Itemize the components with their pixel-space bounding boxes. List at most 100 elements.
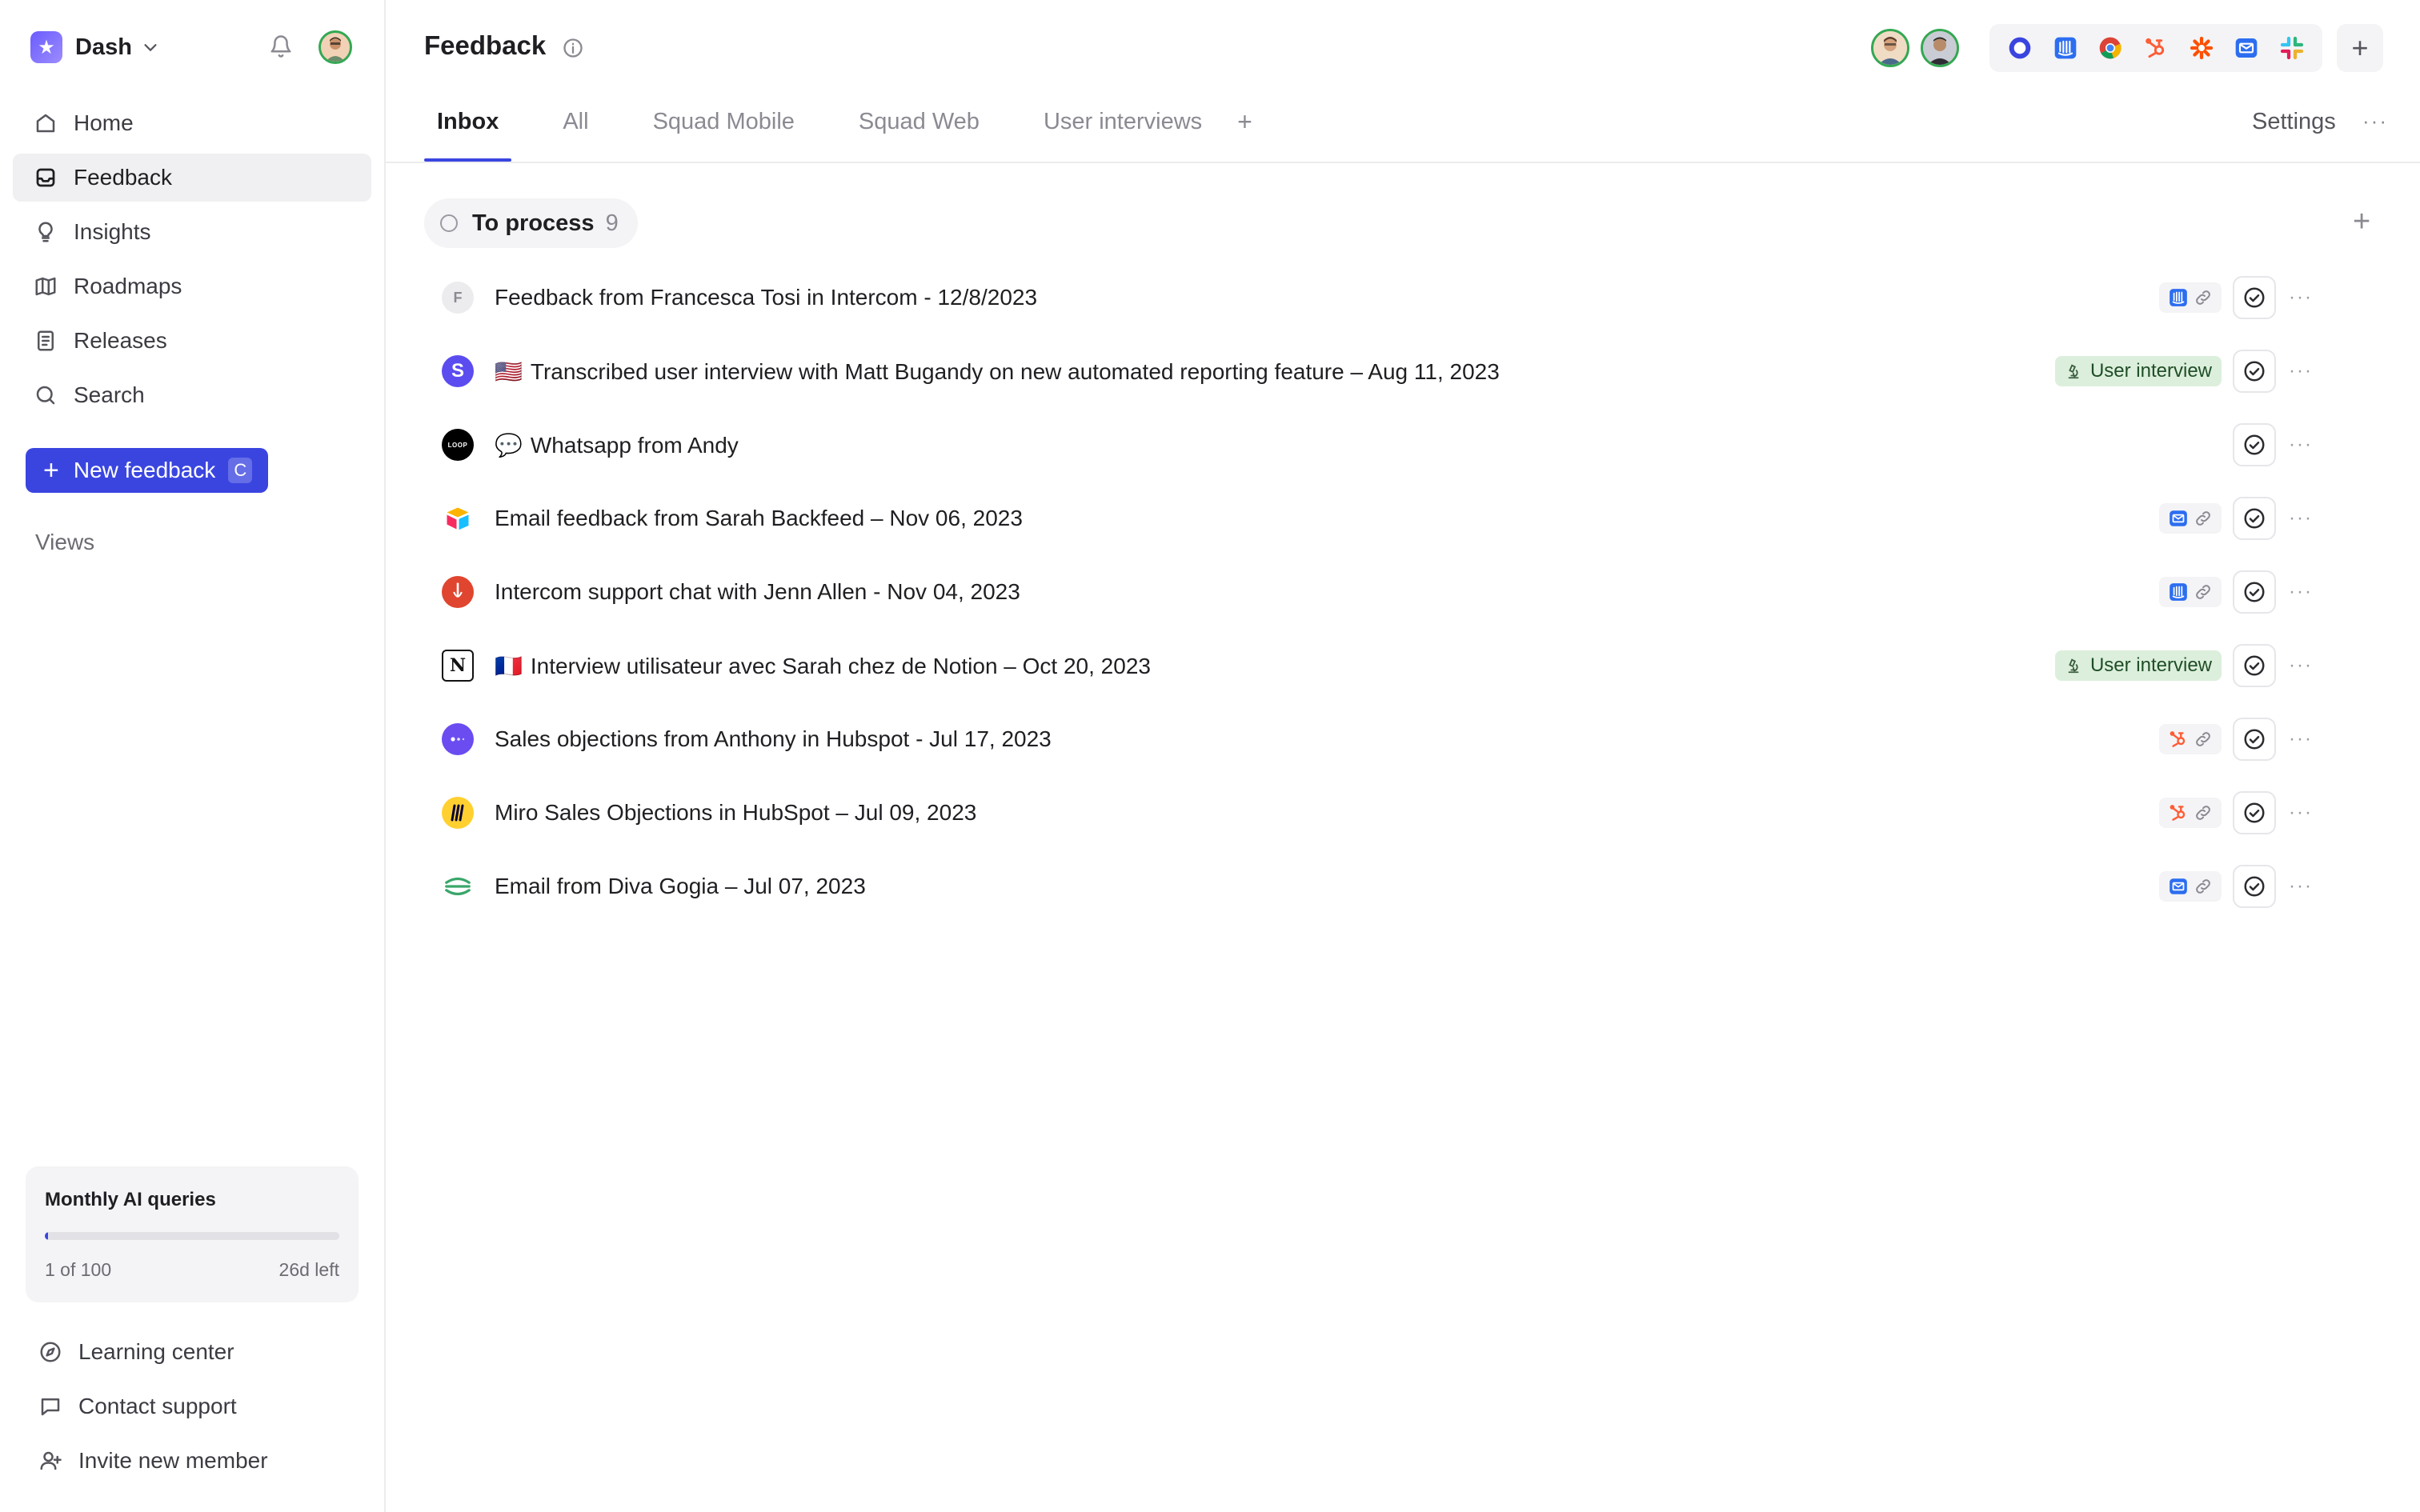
bottom-link-label: Invite new member [78, 1448, 268, 1473]
tab-squad-web[interactable]: Squad Web [846, 96, 992, 162]
more-options-icon[interactable]: ··· [2289, 507, 2313, 530]
collaborator-avatar[interactable] [1871, 29, 1909, 67]
sidebar-item-feedback[interactable]: Feedback [13, 154, 371, 202]
more-options-icon[interactable]: ··· [2289, 728, 2313, 750]
views-section-label[interactable]: Views [35, 530, 94, 555]
mark-processed-button[interactable] [2233, 497, 2276, 540]
tab-all[interactable]: All [550, 96, 601, 162]
bell-icon[interactable] [269, 34, 293, 59]
more-options-icon[interactable]: ··· [2362, 109, 2388, 134]
more-options-icon[interactable]: ··· [2289, 802, 2313, 824]
notion-logo-icon: N [442, 650, 474, 682]
list-item[interactable]: Sales objections from Anthony in Hubspot… [424, 702, 2377, 776]
sidebar-item-search[interactable]: Search [13, 371, 371, 419]
mark-processed-button[interactable] [2233, 644, 2276, 687]
source-chip[interactable] [2159, 724, 2222, 754]
tab-inbox[interactable]: Inbox [424, 96, 512, 162]
check-circle-icon [2244, 655, 2265, 676]
sidebar-item-releases[interactable]: Releases [13, 317, 371, 365]
chevron-down-icon [144, 44, 157, 52]
miro-logo-icon [442, 797, 474, 829]
green-lines-logo-icon [442, 870, 474, 902]
sidebar-item-roadmaps[interactable]: Roadmaps [13, 262, 371, 310]
add-item-plus-icon[interactable]: + [2353, 205, 2370, 239]
new-feedback-button[interactable]: + New feedback C [26, 448, 269, 493]
tag-chip[interactable]: User interview [2054, 650, 2222, 681]
workspace-switcher[interactable]: ★ Dash [30, 29, 159, 66]
list-item[interactable]: Intercom support chat with Jenn Allen - … [424, 555, 2377, 629]
sidebar-nav: Home Feedback Insights Roadmaps Releases… [13, 99, 371, 426]
settings-button[interactable]: Settings [2252, 109, 2336, 135]
add-tab-button[interactable]: + [1237, 96, 1252, 137]
source-chip[interactable] [2159, 871, 2222, 902]
invite-member-link[interactable]: Invite new member [38, 1437, 268, 1485]
tab-user-interviews[interactable]: User interviews [1031, 96, 1215, 162]
mark-processed-button[interactable] [2233, 350, 2276, 393]
view-tabs: Inbox All Squad Mobile Squad Web User in… [424, 96, 1252, 162]
zapier-icon[interactable] [2188, 34, 2215, 62]
bottom-link-label: Contact support [78, 1394, 237, 1418]
email-icon[interactable] [2233, 34, 2260, 62]
link-icon [2196, 585, 2210, 599]
add-integration-button[interactable]: + [2337, 24, 2383, 72]
source-chip[interactable] [2159, 577, 2222, 607]
list-item[interactable]: LOOP 💬 Whatsapp from Andy ··· [424, 408, 2377, 482]
learning-center-link[interactable]: Learning center [38, 1328, 268, 1376]
more-options-icon[interactable]: ··· [2289, 286, 2313, 309]
ai-queries-progress-fill [45, 1232, 48, 1240]
more-options-icon[interactable]: ··· [2289, 654, 2313, 677]
circle-app-icon[interactable] [2006, 34, 2033, 62]
more-options-icon[interactable]: ··· [2289, 434, 2313, 456]
tab-squad-mobile[interactable]: Squad Mobile [640, 96, 807, 162]
mark-processed-button[interactable] [2233, 791, 2276, 834]
feedback-title: Feedback from Francesca Tosi in Intercom… [495, 285, 1037, 310]
status-circle-icon [440, 214, 458, 232]
link-icon [2196, 732, 2210, 746]
feedback-title-text: Intercom support chat with Jenn Allen - … [495, 579, 1020, 604]
current-user-avatar[interactable] [319, 30, 352, 64]
check-circle-icon [2244, 802, 2265, 823]
feedback-title-text: Miro Sales Objections in HubSpot – Jul 0… [495, 800, 977, 825]
feedback-title-text: Email from Diva Gogia – Jul 07, 2023 [495, 874, 866, 898]
mark-processed-button[interactable] [2233, 718, 2276, 761]
intercom-icon [2170, 289, 2187, 306]
feedback-title: 🇫🇷 Interview utilisateur avec Sarah chez … [495, 653, 1151, 679]
list-item[interactable]: Email feedback from Sarah Backfeed – Nov… [424, 482, 2377, 555]
ai-queries-remaining: 26d left [278, 1259, 339, 1280]
group-header-to-process[interactable]: To process 9 [424, 198, 638, 248]
collaborator-avatar[interactable] [1921, 29, 1959, 67]
list-item[interactable]: Email from Diva Gogia – Jul 07, 2023 ··· [424, 850, 2377, 923]
list-item[interactable]: Miro Sales Objections in HubSpot – Jul 0… [424, 776, 2377, 850]
new-feedback-label: New feedback [73, 458, 216, 482]
sidebar-item-insights[interactable]: Insights [13, 208, 371, 256]
slack-icon[interactable] [2278, 34, 2306, 62]
more-options-icon[interactable]: ··· [2289, 875, 2313, 898]
group-count: 9 [605, 210, 619, 236]
list-item[interactable]: F Feedback from Francesca Tosi in Interco… [424, 261, 2377, 334]
mark-processed-button[interactable] [2233, 423, 2276, 466]
mark-processed-button[interactable] [2233, 570, 2276, 614]
feedback-title: Email from Diva Gogia – Jul 07, 2023 [495, 874, 866, 899]
mark-processed-button[interactable] [2233, 276, 2276, 319]
sidebar-item-label: Home [74, 110, 134, 135]
source-chip[interactable] [2159, 503, 2222, 534]
contact-support-link[interactable]: Contact support [38, 1382, 268, 1430]
info-icon[interactable] [562, 37, 584, 59]
source-chip[interactable] [2159, 798, 2222, 828]
source-chip[interactable] [2159, 282, 2222, 313]
mark-processed-button[interactable] [2233, 865, 2276, 908]
tag-label: User interview [2089, 360, 2212, 382]
more-options-icon[interactable]: ··· [2289, 360, 2313, 382]
microscope-icon [2068, 364, 2079, 379]
sidebar-item-label: Feedback [74, 165, 172, 190]
tag-chip[interactable]: User interview [2054, 356, 2222, 386]
plus-icon: + [43, 455, 59, 486]
list-item[interactable]: S 🇺🇸 Transcribed user interview with Matt … [424, 334, 2377, 408]
hubspot-icon[interactable] [2142, 34, 2170, 62]
more-options-icon[interactable]: ··· [2289, 581, 2313, 603]
intercom-icon[interactable] [2052, 34, 2079, 62]
chrome-icon[interactable] [2097, 34, 2124, 62]
feedback-title-text: Email feedback from Sarah Backfeed – Nov… [495, 506, 1023, 530]
sidebar-item-home[interactable]: Home [13, 99, 371, 147]
list-item[interactable]: N 🇫🇷 Interview utilisateur avec Sarah chez… [424, 629, 2377, 702]
